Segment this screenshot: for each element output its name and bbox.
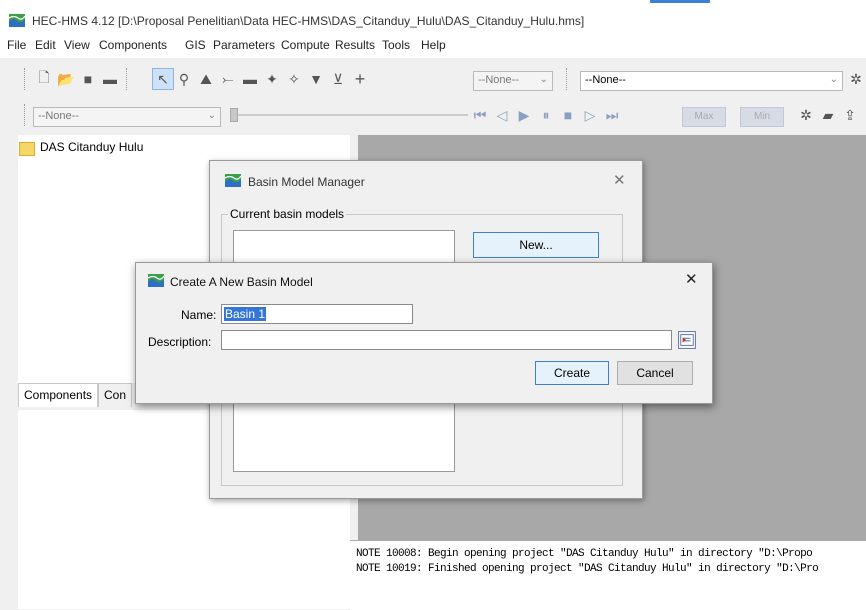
menu-help[interactable]: Help <box>421 38 446 52</box>
open-icon[interactable]: 📂 <box>56 69 76 89</box>
run-combo-value: --None-- <box>38 110 79 122</box>
edit-description-icon[interactable] <box>678 331 696 349</box>
component-combo[interactable]: --None-- ⌄ <box>473 71 553 91</box>
skip-end-icon[interactable]: ⏭ <box>602 105 622 125</box>
tab-compute[interactable]: Con <box>98 383 133 407</box>
save-icon[interactable]: ■ <box>78 69 98 89</box>
play-icon[interactable]: ▶ <box>514 105 534 125</box>
dialog-title: Basin Model Manager <box>248 175 365 189</box>
chevron-down-icon: ⌄ <box>829 74 838 85</box>
toolbar-grip[interactable] <box>24 104 28 126</box>
console-line: NOTE 10019: Finished opening project "DA… <box>356 563 819 575</box>
title-accent <box>650 0 710 3</box>
window-title: HEC-HMS 4.12 [D:\Proposal Penelitian\Dat… <box>32 14 585 28</box>
menu-view[interactable]: View <box>64 38 90 52</box>
menu-compute[interactable]: Compute <box>281 38 330 52</box>
new-icon[interactable]: 🗋 <box>34 69 54 89</box>
stop-icon[interactable]: ■ <box>558 105 578 125</box>
description-label: Description: <box>148 335 212 349</box>
menu-components[interactable]: Components <box>99 38 167 52</box>
tree-item-project[interactable]: DAS Citanduy Hulu <box>40 140 143 154</box>
compute-icon[interactable]: ✲ <box>846 69 866 89</box>
menu-results[interactable]: Results <box>335 38 375 52</box>
hec-hms-logo-icon <box>225 174 241 187</box>
pause-icon[interactable]: ⏸ <box>536 105 556 125</box>
pointer-icon[interactable]: ↖ <box>152 68 174 90</box>
tab-components[interactable]: Components <box>18 383 99 407</box>
folder-icon <box>19 142 35 156</box>
menu-file[interactable]: File <box>7 38 26 52</box>
dialog-title: Create A New Basin Model <box>170 275 313 289</box>
run-combo[interactable]: --None-- ⌄ <box>33 107 221 127</box>
reach-icon[interactable]: ⤚ <box>218 69 238 89</box>
gear-icon[interactable]: ✲ <box>796 105 816 125</box>
menu-gis[interactable]: GIS <box>185 38 206 52</box>
subbasin-icon[interactable]: ⛰ <box>196 69 216 89</box>
console-line: NOTE 10008: Begin opening project "DAS C… <box>356 548 813 560</box>
description-field[interactable] <box>221 330 672 350</box>
export-icon[interactable]: ⇪ <box>840 105 860 125</box>
chevron-down-icon: ⌄ <box>539 74 548 85</box>
model-combo[interactable]: --None-- ⌄ <box>580 71 843 91</box>
time-slider-track[interactable] <box>238 114 468 116</box>
print-icon[interactable]: ▬ <box>100 69 120 89</box>
step-back-icon[interactable]: ◁ <box>492 105 512 125</box>
chevron-down-icon: ⌄ <box>207 110 216 121</box>
junction-icon[interactable]: ✦ <box>262 69 282 89</box>
close-icon[interactable]: ✕ <box>685 270 698 288</box>
toolbar-grip[interactable] <box>126 68 130 90</box>
skip-start-icon[interactable]: ⏮ <box>470 105 490 125</box>
cancel-button[interactable]: Cancel <box>617 361 693 385</box>
name-label: Name: <box>181 308 217 322</box>
model-combo-value: --None-- <box>585 74 626 86</box>
source-icon[interactable]: ▼ <box>306 69 326 89</box>
max-button[interactable]: Max <box>682 107 726 127</box>
hec-hms-logo-icon <box>9 14 25 27</box>
min-button[interactable]: Min <box>740 107 784 127</box>
create-button[interactable]: Create <box>535 361 609 385</box>
step-forward-icon[interactable]: ▷ <box>580 105 600 125</box>
sink-icon[interactable]: ⊻ <box>328 69 348 89</box>
reservoir-icon[interactable]: ▬ <box>240 69 260 89</box>
toolbar-grip[interactable] <box>24 68 28 90</box>
menu-tools[interactable]: Tools <box>382 38 410 52</box>
name-field-value[interactable]: Basin 1 <box>224 307 267 321</box>
toolbar-grip[interactable] <box>566 68 570 90</box>
time-slider-thumb[interactable] <box>230 108 238 122</box>
zoom-icon[interactable]: ⚲ <box>174 69 194 89</box>
add-icon[interactable]: + <box>350 69 370 89</box>
close-icon[interactable]: ✕ <box>613 171 626 189</box>
component-combo-value: --None-- <box>478 74 519 86</box>
camera-icon[interactable]: ▰ <box>818 105 838 125</box>
menu-edit[interactable]: Edit <box>35 38 56 52</box>
menu-parameters[interactable]: Parameters <box>213 38 275 52</box>
diversion-icon[interactable]: ✧ <box>284 69 304 89</box>
new-basin-button[interactable]: New... <box>473 232 599 258</box>
group-label: Current basin models <box>228 207 347 221</box>
hec-hms-logo-icon <box>148 274 164 287</box>
